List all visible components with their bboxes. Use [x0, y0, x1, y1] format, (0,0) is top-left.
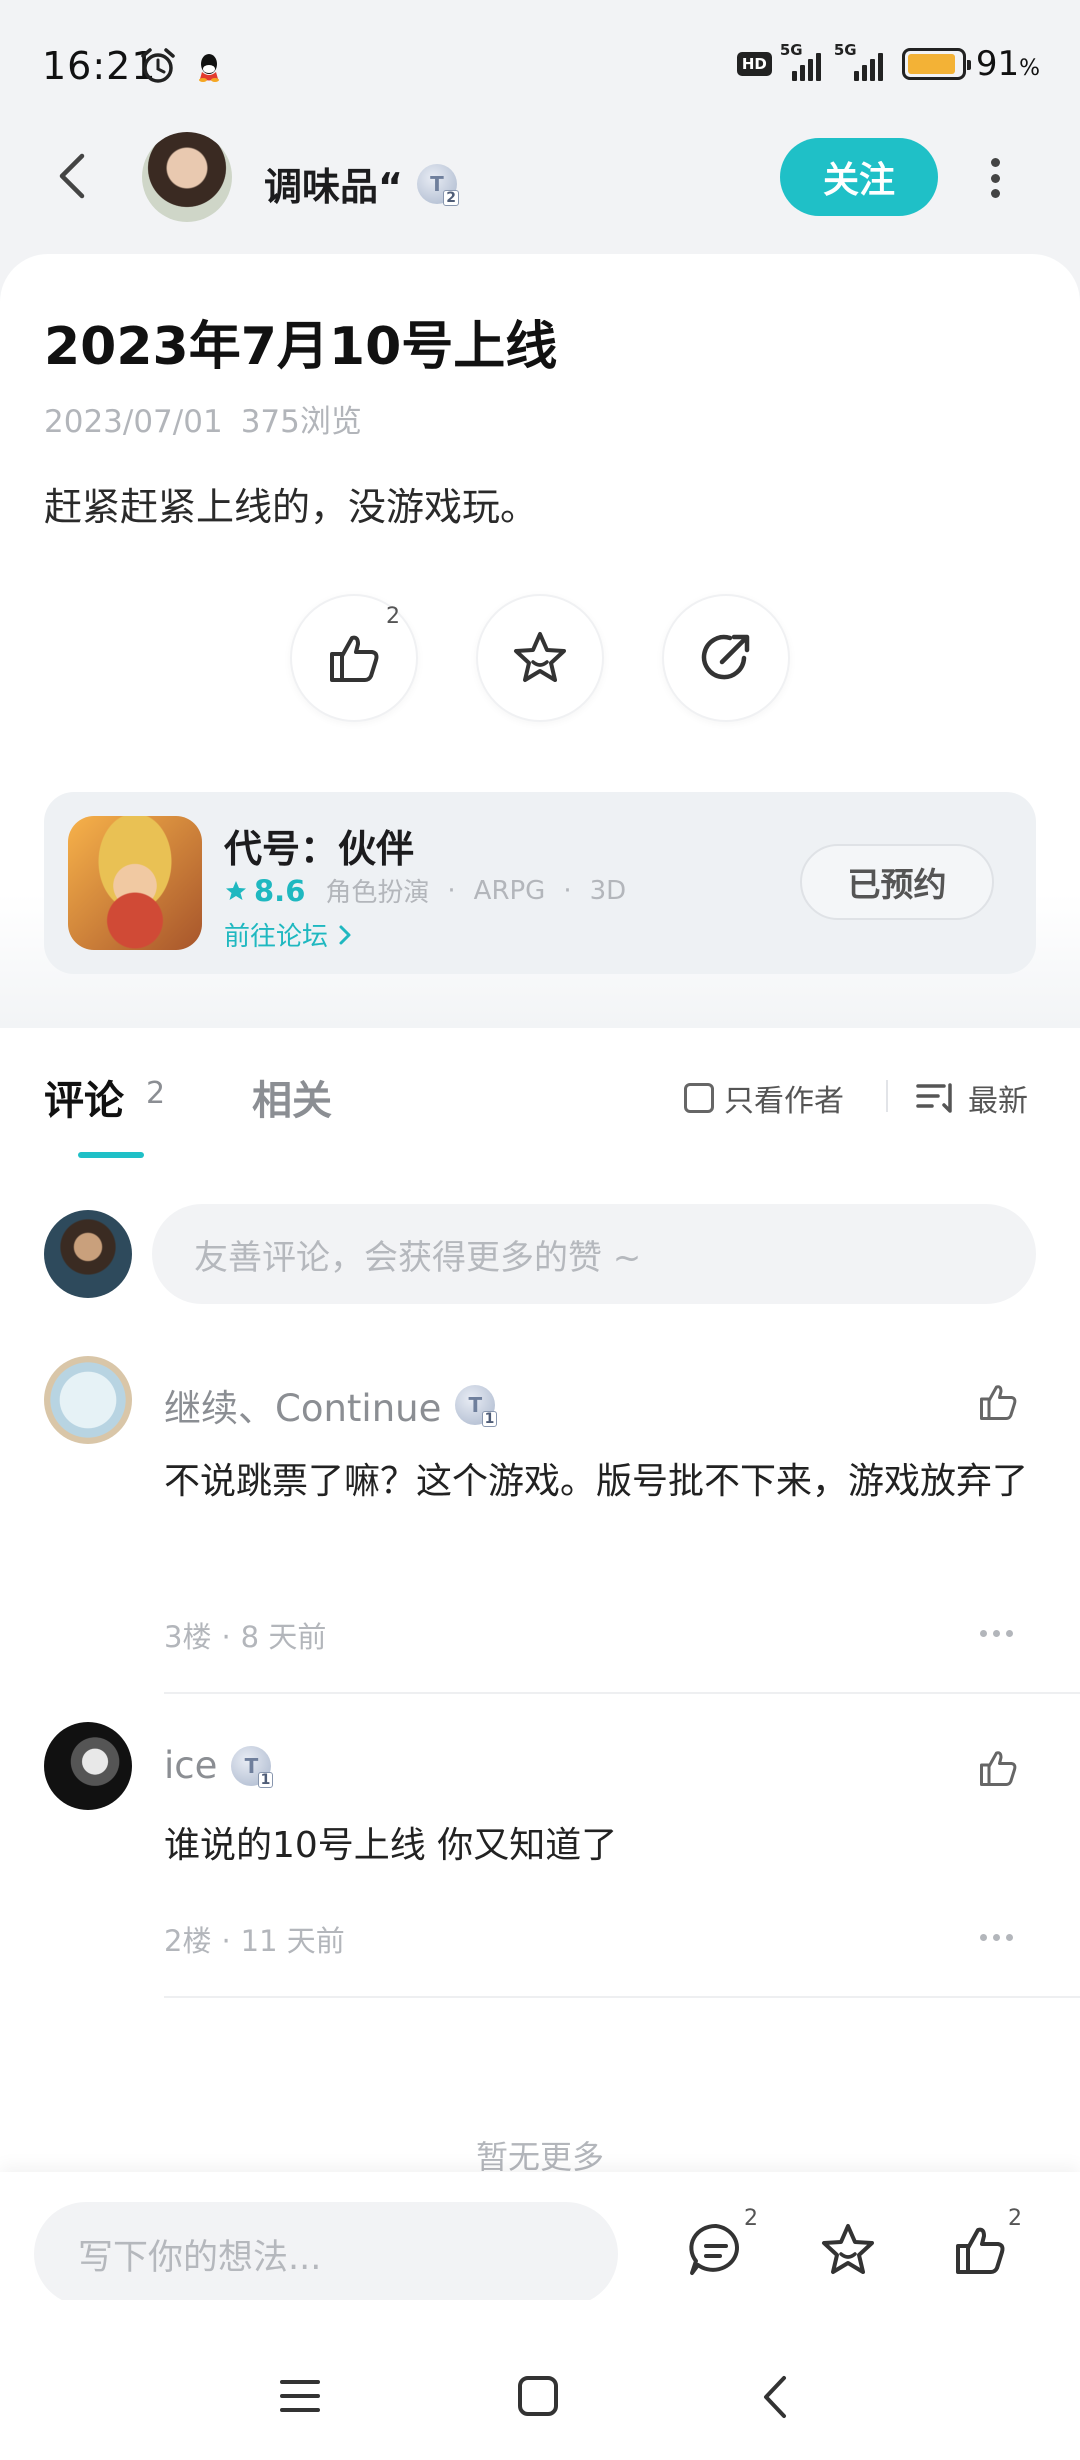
- more-options-icon[interactable]: [980, 150, 1010, 206]
- back-button[interactable]: [50, 148, 98, 204]
- alarm-icon: [138, 46, 178, 90]
- post-title: 2023年7月10号上线: [44, 317, 558, 377]
- sort-icon: [916, 1083, 952, 1113]
- comment-more-icon[interactable]: [980, 1630, 1013, 1637]
- favorite-button[interactable]: [476, 594, 604, 722]
- comment-meta: 3楼 · 8 天前: [164, 1620, 327, 1654]
- my-avatar: [44, 1210, 132, 1298]
- star-icon: [514, 632, 566, 682]
- menu-icon[interactable]: [278, 2376, 322, 2420]
- comment-count: 2: [744, 2206, 758, 2231]
- chevron-right-icon: [339, 925, 351, 944]
- divider: [164, 1996, 1080, 1998]
- comment-more-icon[interactable]: [980, 1934, 1013, 1941]
- thumbs-up-icon: [980, 1385, 1017, 1420]
- only-author-toggle[interactable]: 只看作者: [684, 1076, 844, 1120]
- commenter-avatar[interactable]: [44, 1356, 132, 1444]
- post-date: 2023/07/01: [44, 404, 223, 440]
- comment-like-button[interactable]: [974, 1744, 1022, 1792]
- post-views: 375浏览: [240, 404, 362, 440]
- write-thought-input[interactable]: 写下你的想法...: [34, 2202, 618, 2306]
- favorite-button[interactable]: [816, 2218, 886, 2288]
- star-filled-icon: [226, 880, 246, 900]
- tab-comments-count: 2: [146, 1076, 166, 1111]
- comment-text: 不说跳票了嘛？这个游戏。版号批不下来，游戏放弃了: [164, 1461, 1029, 1502]
- comment-icon: [689, 2223, 739, 2275]
- like-count: 2: [386, 604, 400, 629]
- thumbs-up-icon: [980, 1751, 1017, 1786]
- comments-section: [0, 1028, 1080, 2174]
- battery-percent: 91%: [975, 44, 1040, 84]
- share-button[interactable]: [662, 594, 790, 722]
- tab-related[interactable]: 相关: [252, 1068, 332, 1126]
- commenter-name[interactable]: 继续、Continue T1: [164, 1378, 498, 1432]
- home-icon[interactable]: [516, 2374, 560, 2422]
- reserved-button[interactable]: 已预约: [800, 844, 994, 920]
- star-icon: [822, 2224, 874, 2274]
- follow-button[interactable]: 关注: [780, 138, 938, 216]
- sort-newest-button[interactable]: 最新: [916, 1076, 1028, 1120]
- post-meta: 2023/07/01 375浏览: [44, 396, 362, 441]
- checkbox-icon[interactable]: [684, 1083, 714, 1113]
- divider: [886, 1080, 888, 1112]
- thumbs-up-icon: [956, 2227, 1005, 2274]
- chevron-left-icon: [59, 153, 85, 199]
- qq-icon: [196, 52, 222, 86]
- post-body: 赶紧赶紧上线的，没游戏玩。: [44, 485, 539, 529]
- signal-icon: 5G: [780, 41, 826, 81]
- game-icon[interactable]: [68, 816, 202, 950]
- game-name[interactable]: 代号：伙伴: [224, 818, 414, 873]
- thumbs-up-icon: [330, 635, 379, 682]
- tab-comments[interactable]: 评论: [44, 1068, 124, 1126]
- hd-badge: HD: [736, 52, 772, 76]
- level-badge-icon: T1: [231, 1745, 274, 1788]
- divider: [164, 1692, 1080, 1694]
- comment-input[interactable]: 友善评论，会获得更多的赞 ~: [152, 1204, 1036, 1304]
- commenter-avatar[interactable]: [44, 1722, 132, 1810]
- share-icon: [701, 634, 750, 680]
- commenter-name[interactable]: ice T1: [164, 1744, 274, 1788]
- level-badge-icon: T1: [455, 1385, 498, 1427]
- author-avatar[interactable]: [142, 132, 232, 222]
- comment-like-button[interactable]: [974, 1378, 1022, 1426]
- forum-link[interactable]: 前往论坛: [224, 916, 354, 953]
- tab-active-indicator: [78, 1152, 144, 1158]
- battery-icon: [901, 48, 971, 80]
- comment-text: 谁说的10号上线 你又知道了: [164, 1825, 618, 1866]
- game-rating: 8.6 角色扮演 · ARPG · 3D: [224, 872, 626, 909]
- level-badge-icon: T2: [416, 163, 459, 206]
- signal-icon: 5G: [834, 41, 892, 81]
- like-count: 2: [1008, 2206, 1022, 2231]
- back-nav-icon[interactable]: [756, 2374, 796, 2424]
- author-name[interactable]: 调味品“ T2: [264, 156, 459, 211]
- comment-meta: 2楼 · 11 天前: [164, 1924, 345, 1958]
- status-icons: HD 5G 5G 91%: [736, 41, 1040, 84]
